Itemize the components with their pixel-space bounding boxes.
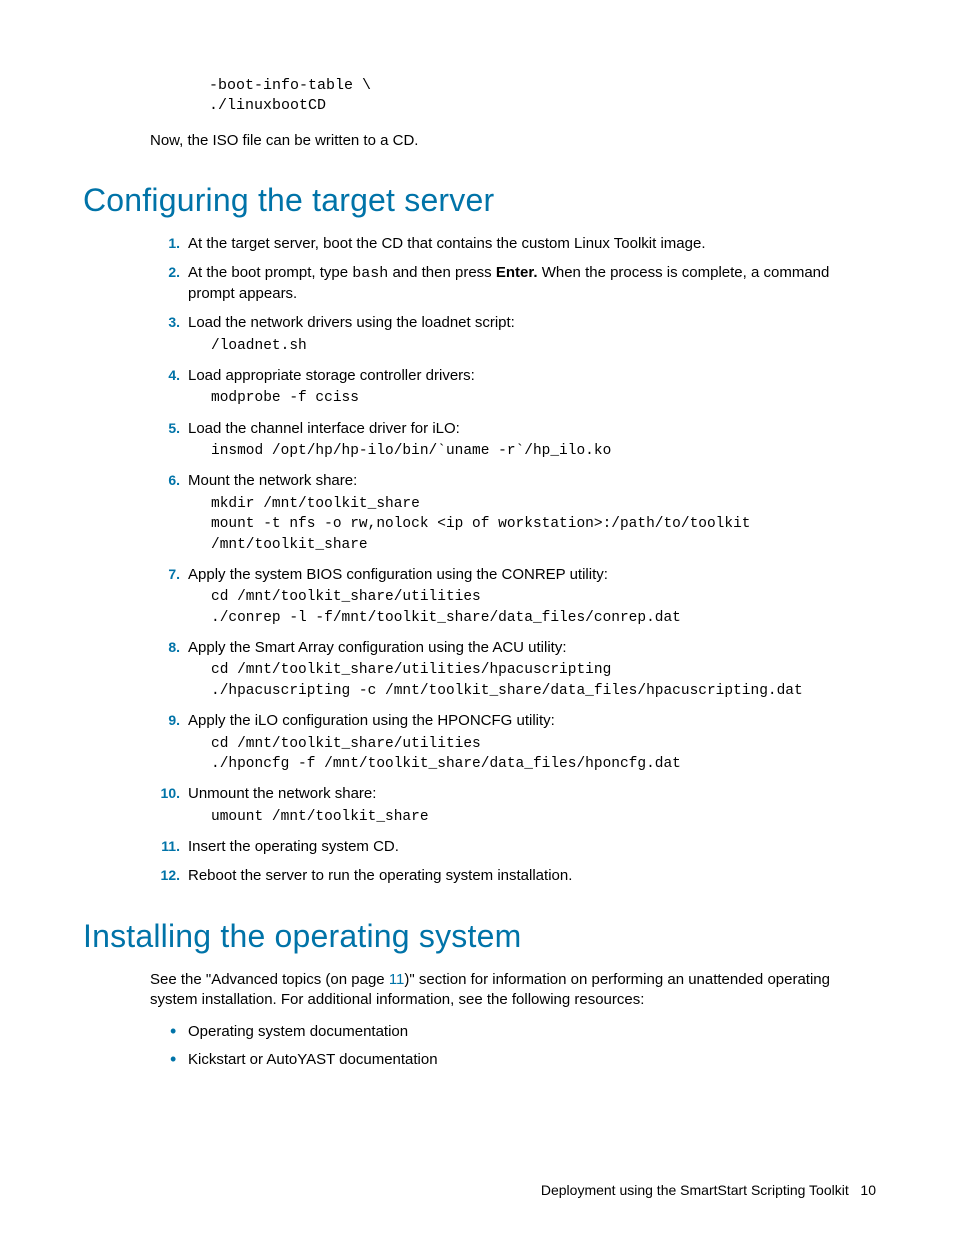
bullet-item: Kickstart or AutoYAST documentation	[150, 1050, 876, 1070]
bold-enter: Enter.	[496, 264, 538, 281]
heading-configuring: Configuring the target server	[83, 180, 876, 222]
page-content: -boot-info-table \ ./linuxbootCD Now, th…	[0, 0, 954, 1069]
step-3: Load the network drivers using the loadn…	[150, 313, 876, 356]
aside-text: Now, the ISO file can be written to a CD…	[150, 131, 876, 151]
page-footer: Deployment using the SmartStart Scriptin…	[541, 1181, 876, 1199]
step-4: Load appropriate storage controller driv…	[150, 366, 876, 409]
step-text: Insert the operating system CD.	[188, 838, 399, 855]
step-text: Load appropriate storage controller driv…	[188, 367, 475, 384]
step-1: At the target server, boot the CD that c…	[150, 234, 876, 254]
step-7: Apply the system BIOS configuration usin…	[150, 565, 876, 628]
step-8: Apply the Smart Array configuration usin…	[150, 638, 876, 701]
install-paragraph: See the "Advanced topics (on page 11)" s…	[150, 970, 876, 1011]
heading-installing: Installing the operating system	[83, 916, 876, 958]
step-code: cd /mnt/toolkit_share/utilities ./hponcf…	[211, 734, 876, 775]
step-code: mkdir /mnt/toolkit_share mount -t nfs -o…	[211, 494, 876, 555]
para-pre: See the "Advanced topics (on page	[150, 971, 389, 988]
step-code: /loadnet.sh	[211, 336, 876, 356]
step-text: Load the network drivers using the loadn…	[188, 314, 515, 331]
footer-title: Deployment using the SmartStart Scriptin…	[541, 1182, 849, 1198]
step-text: Load the channel interface driver for iL…	[188, 420, 460, 437]
step-10: Unmount the network share: umount /mnt/t…	[150, 784, 876, 827]
step-9: Apply the iLO configuration using the HP…	[150, 711, 876, 774]
step-text: Apply the Smart Array configuration usin…	[188, 639, 567, 656]
step-text: Reboot the server to run the operating s…	[188, 867, 572, 884]
top-code-block: -boot-info-table \ ./linuxbootCD	[209, 76, 876, 117]
step-code: insmod /opt/hp/hp-ilo/bin/`uname -r`/hp_…	[211, 441, 876, 461]
footer-page-number: 10	[860, 1182, 876, 1198]
step-12: Reboot the server to run the operating s…	[150, 866, 876, 886]
install-bullets: Operating system documentation Kickstart…	[150, 1022, 876, 1069]
bullet-item: Operating system documentation	[150, 1022, 876, 1042]
step-text: Apply the system BIOS configuration usin…	[188, 566, 608, 583]
step-code: cd /mnt/toolkit_share/utilities ./conrep…	[211, 587, 876, 628]
page-link[interactable]: 11	[389, 971, 405, 988]
step-2: At the boot prompt, type bash and then p…	[150, 263, 876, 303]
step-text: Mount the network share:	[188, 472, 357, 489]
step-text: Unmount the network share:	[188, 785, 376, 802]
step-text: Apply the iLO configuration using the HP…	[188, 712, 555, 729]
step-5: Load the channel interface driver for iL…	[150, 419, 876, 462]
configure-steps: At the target server, boot the CD that c…	[150, 234, 876, 886]
step-text-prefix: At the boot prompt, type	[188, 264, 352, 281]
step-code: cd /mnt/toolkit_share/utilities/hpacuscr…	[211, 660, 876, 701]
step-11: Insert the operating system CD.	[150, 837, 876, 857]
step-6: Mount the network share: mkdir /mnt/tool…	[150, 471, 876, 554]
step-text-mid: and then press	[388, 264, 496, 281]
step-code: modprobe -f cciss	[211, 388, 876, 408]
step-code: umount /mnt/toolkit_share	[211, 807, 876, 827]
step-text: At the target server, boot the CD that c…	[188, 235, 706, 252]
inline-code: bash	[352, 265, 388, 282]
